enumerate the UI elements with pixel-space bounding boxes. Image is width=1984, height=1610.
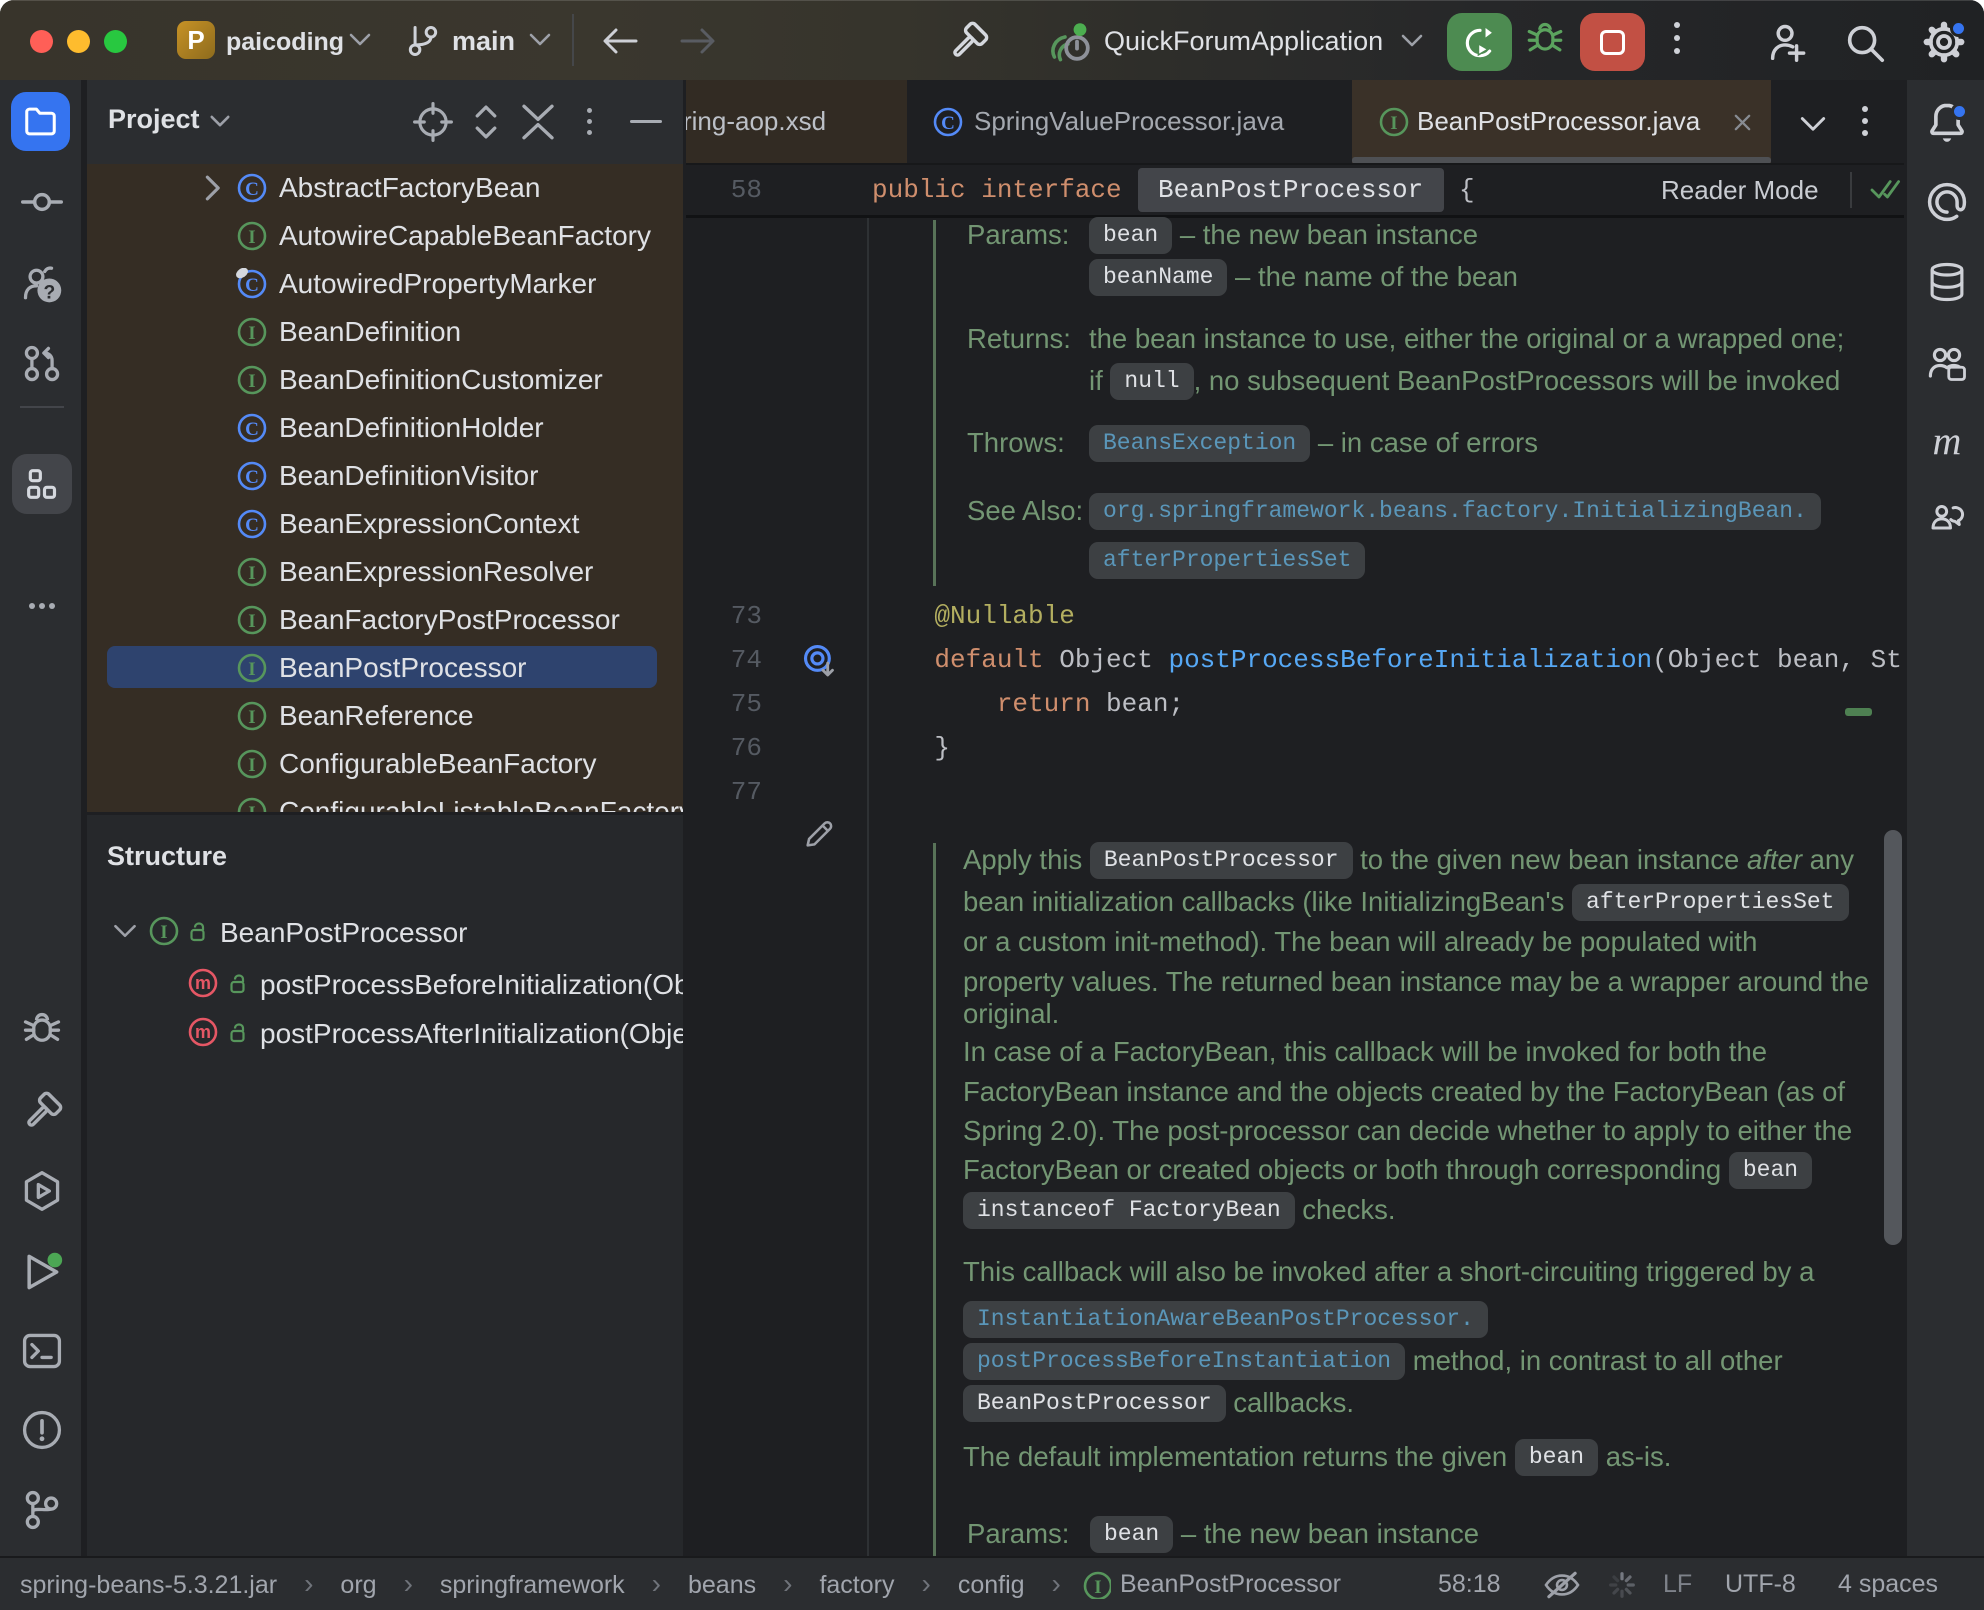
svg-text:?: ?: [43, 283, 55, 304]
